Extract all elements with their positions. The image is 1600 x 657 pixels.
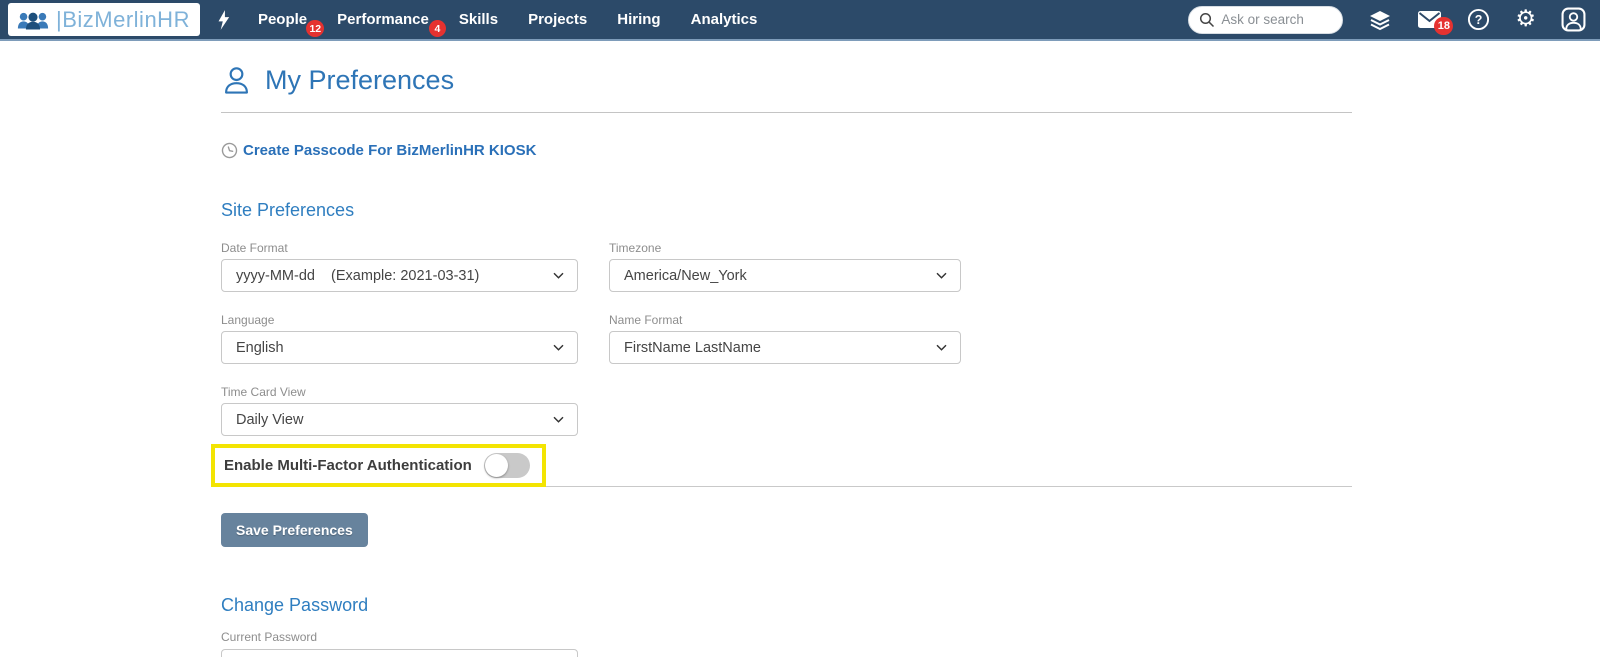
page-title: My Preferences xyxy=(265,65,455,95)
current-password-input[interactable] xyxy=(221,649,578,657)
nav-item-performance[interactable]: Performance 4 xyxy=(337,11,446,37)
brand-logo[interactable]: |BizMerlinHR xyxy=(8,3,200,36)
timezone-field: Timezone America/New_York xyxy=(609,241,961,292)
layers-icon[interactable] xyxy=(1368,8,1392,32)
name-format-field: Name Format FirstName LastName xyxy=(609,313,961,364)
mail-icon[interactable]: 18 xyxy=(1417,10,1454,35)
nav-item-label: Performance xyxy=(337,11,429,28)
nav-item-label: Analytics xyxy=(690,11,758,28)
timezone-select[interactable]: America/New_York xyxy=(609,259,961,292)
language-value: English xyxy=(236,339,284,356)
save-preferences-button[interactable]: Save Preferences xyxy=(221,513,368,547)
current-password-field: Current Password xyxy=(221,630,1352,657)
search-input[interactable] xyxy=(1221,12,1332,27)
chevron-down-icon xyxy=(552,415,565,424)
nav-item-label: People xyxy=(257,11,308,28)
performance-count-badge: 4 xyxy=(428,20,446,37)
top-navbar: |BizMerlinHR People 12 Performance 4 Ski… xyxy=(0,0,1600,41)
mfa-label: Enable Multi-Factor Authentication xyxy=(224,457,472,474)
nav-item-people[interactable]: People 12 xyxy=(257,11,325,37)
timezone-value: America/New_York xyxy=(624,267,747,284)
site-preferences-form: Date Format yyyy-MM-dd (Example: 2021-03… xyxy=(221,241,1352,436)
time-card-view-label: Time Card View xyxy=(221,385,306,399)
nav-item-label: Projects xyxy=(528,11,588,28)
section-divider xyxy=(545,486,1352,487)
language-label: Language xyxy=(221,313,275,327)
timezone-label: Timezone xyxy=(609,241,662,255)
mfa-row: Enable Multi-Factor Authentication xyxy=(211,444,1352,487)
create-passcode-link[interactable]: Create Passcode For BizMerlinHR KIOSK xyxy=(221,142,1352,159)
date-format-value: yyyy-MM-dd (Example: 2021-03-31) xyxy=(236,267,480,284)
nav-item-label: Hiring xyxy=(617,11,661,28)
change-password-heading: Change Password xyxy=(221,595,369,615)
user-icon xyxy=(221,64,252,97)
nav-item-label: Skills xyxy=(458,11,499,28)
time-card-view-field: Time Card View Daily View xyxy=(221,385,578,436)
gear-icon[interactable]: ⚙ xyxy=(1515,8,1536,31)
date-format-field: Date Format yyyy-MM-dd (Example: 2021-03… xyxy=(221,241,578,292)
chevron-down-icon xyxy=(935,343,948,352)
time-card-view-value: Daily View xyxy=(236,411,304,428)
avatar-icon[interactable] xyxy=(1561,7,1586,32)
language-field: Language English xyxy=(221,313,578,364)
search-icon xyxy=(1199,12,1215,28)
language-select[interactable]: English xyxy=(221,331,578,364)
nav-item-analytics[interactable]: Analytics xyxy=(691,11,758,28)
nav-item-hiring[interactable]: Hiring xyxy=(617,11,660,28)
title-divider xyxy=(221,112,1352,113)
page-title-row: My Preferences xyxy=(221,64,1352,97)
brand-name: |BizMerlinHR xyxy=(56,6,190,32)
clock-icon xyxy=(221,142,238,159)
chevron-down-icon xyxy=(935,271,948,280)
mfa-highlight-box: Enable Multi-Factor Authentication xyxy=(211,444,546,487)
navbar-right-cluster: 18 ? ⚙ xyxy=(1188,5,1586,35)
date-format-label: Date Format xyxy=(221,241,288,255)
mfa-toggle-knob xyxy=(484,454,508,477)
svg-text:?: ? xyxy=(1475,13,1483,27)
name-format-value: FirstName LastName xyxy=(624,339,761,356)
site-preferences-heading: Site Preferences xyxy=(221,200,355,220)
flash-icon[interactable] xyxy=(215,7,232,33)
time-card-view-select[interactable]: Daily View xyxy=(221,403,578,436)
current-password-label: Current Password xyxy=(221,630,318,644)
people-group-icon xyxy=(16,8,50,32)
nav-item-projects[interactable]: Projects xyxy=(528,11,587,28)
nav-item-skills[interactable]: Skills xyxy=(459,11,498,28)
mail-count-badge: 18 xyxy=(1434,17,1454,35)
chevron-down-icon xyxy=(552,343,565,352)
main-content: My Preferences Create Passcode For BizMe… xyxy=(211,64,1352,657)
mfa-toggle[interactable] xyxy=(483,453,530,478)
name-format-select[interactable]: FirstName LastName xyxy=(609,331,961,364)
name-format-label: Name Format xyxy=(609,313,683,327)
help-icon[interactable]: ? xyxy=(1467,8,1490,31)
people-count-badge: 12 xyxy=(306,20,325,37)
search-box xyxy=(1188,5,1344,34)
date-format-select[interactable]: yyyy-MM-dd (Example: 2021-03-31) xyxy=(221,259,578,292)
create-passcode-label: Create Passcode For BizMerlinHR KIOSK xyxy=(243,142,537,159)
chevron-down-icon xyxy=(552,271,565,280)
main-menu: People 12 Performance 4 Skills Projects … xyxy=(257,11,758,37)
